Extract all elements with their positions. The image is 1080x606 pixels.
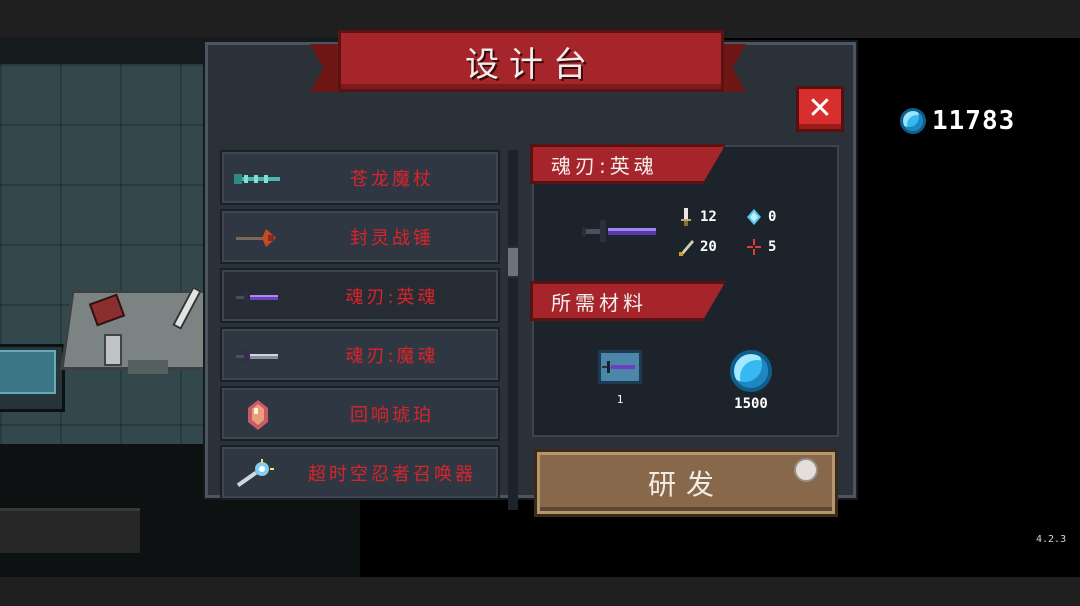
research-button-label: 研发 [647, 468, 724, 501]
blueprint-blade-icon [602, 361, 635, 373]
currency-value: 11783 [932, 106, 1016, 136]
list-item-label: 魂刃:魔魂 [345, 345, 439, 367]
close-icon: ✕ [807, 91, 833, 126]
list-item[interactable]: 苍龙魔杖 [220, 150, 500, 205]
echo-amber-icon [248, 400, 268, 430]
crit-knife-icon [679, 240, 694, 256]
panel-title: 设计台 [465, 44, 597, 85]
sword-icon [681, 208, 691, 226]
list-item-label: 回响琥珀 [350, 404, 434, 426]
stat-spread: 5 [746, 238, 776, 256]
workbench-leg [128, 360, 168, 374]
materials-tab: 所需材料 [530, 281, 726, 321]
spirit-warhammer-icon [236, 229, 276, 247]
soul-blade-icon [236, 290, 278, 304]
gem-cost: 1500 [734, 396, 768, 412]
blueprint-icon [598, 350, 642, 384]
desk [0, 508, 140, 553]
blueprint-list[interactable]: 苍龙魔杖 封灵战锤 魂刃:英魂 魂刃:魔魂 回响琥珀 超时空忍者召唤器 [218, 148, 508, 510]
stat-energy-value: 0 [768, 209, 777, 225]
stat-energy: 0 [746, 208, 776, 226]
list-item-label: 超时空忍者召唤器 [308, 463, 476, 485]
currency-display: 11783 [900, 106, 1015, 136]
crosshair-icon [747, 239, 761, 255]
list-item[interactable]: 超时空忍者召唤器 [220, 445, 500, 500]
stat-damage: 12 [678, 208, 717, 226]
title-banner: 设计台 [310, 30, 746, 96]
list-item-label: 苍龙魔杖 [350, 168, 434, 190]
stat-crit-value: 20 [700, 239, 717, 255]
list-item[interactable]: 魂刃:魔魂 [220, 327, 500, 382]
research-button[interactable]: 研发 [534, 449, 838, 517]
list-item-label: 魂刃:英魂 [345, 286, 439, 308]
list-item[interactable]: 封灵战锤 [220, 209, 500, 264]
stat-crit: 20 [678, 238, 717, 256]
version-label: 4.2.3 [1036, 534, 1067, 545]
console-screen [0, 350, 56, 394]
scrollbar-thumb[interactable] [506, 246, 520, 278]
blue-gem-icon [730, 350, 772, 392]
dragon-staff-icon [234, 174, 280, 184]
blueprint-quantity: 1 [616, 393, 624, 406]
materials-title: 所需材料 [551, 290, 647, 315]
list-item-label: 封灵战锤 [350, 227, 434, 249]
banner-main: 设计台 [338, 30, 724, 92]
time-ninja-summoner-icon [236, 459, 274, 487]
soul-blade-preview-icon [582, 220, 656, 242]
demon-soul-blade-icon [236, 349, 278, 363]
stat-damage-value: 12 [700, 209, 717, 225]
indicator-dot [794, 458, 818, 482]
hammer-icon [104, 334, 122, 366]
stat-spread-value: 5 [768, 239, 777, 255]
close-button[interactable]: ✕ [796, 86, 844, 132]
letterbox-bottom [0, 577, 1080, 606]
weapon-name-tab: 魂刃:英魂 [530, 144, 726, 184]
blue-gem-icon [900, 108, 926, 134]
list-item[interactable]: 回响琥珀 [220, 386, 500, 441]
energy-crystal-icon [747, 209, 761, 225]
list-scrollbar[interactable] [508, 150, 518, 510]
weapon-name: 魂刃:英魂 [551, 153, 658, 178]
list-item[interactable]: 魂刃:英魂 [220, 268, 500, 323]
